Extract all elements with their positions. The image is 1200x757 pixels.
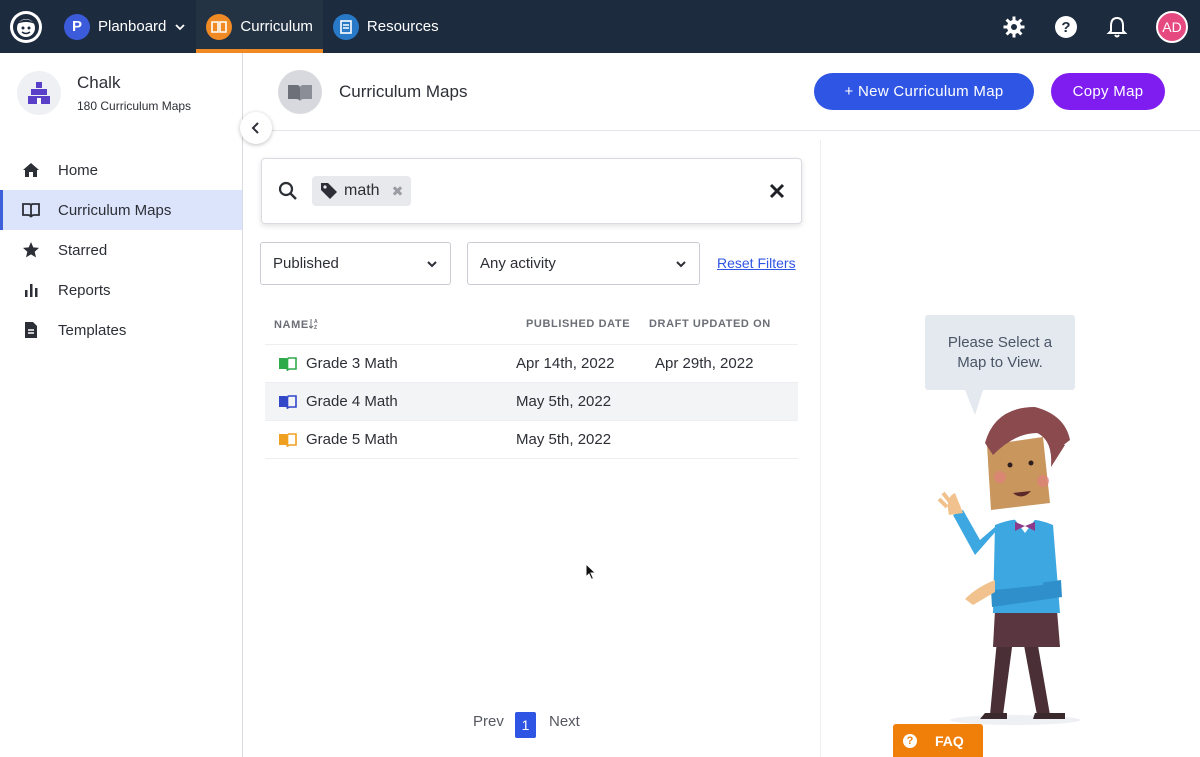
sidebar-item-reports[interactable]: Reports [0,270,242,310]
activity-filter-select[interactable]: Any activity [467,242,700,285]
prev-page-link[interactable]: Prev [473,713,504,730]
search-icon [278,181,297,200]
row-name: Grade 3 Math [306,355,398,372]
row-name: Grade 4 Math [306,393,398,410]
sidebar-item-home[interactable]: Home [0,150,242,190]
sidebar-item-starred[interactable]: Starred [0,230,242,270]
new-curriculum-map-button[interactable]: + New Curriculum Map [814,73,1034,110]
bar-chart-icon [25,284,38,297]
sidebar-item-label: Curriculum Maps [58,201,172,219]
sidebar: Chalk 180 Curriculum Maps Home Curriculu… [0,53,243,757]
row-draft-updated: Apr 29th, 2022 [655,355,754,372]
status-filter-value: Published [273,255,339,272]
planboard-icon: P [64,13,90,40]
top-navigation: P Planboard Curriculum Resources ? AD [0,0,1200,53]
help-icon[interactable]: ? [1054,15,1078,39]
table-row[interactable]: Grade 3 Math Apr 14th, 2022 Apr 29th, 20… [265,345,798,383]
chevron-down-icon [427,261,437,268]
row-published-date: May 5th, 2022 [516,431,612,448]
sidebar-item-label: Reports [58,281,111,299]
activity-filter-value: Any activity [480,255,556,272]
row-name: Grade 5 Math [306,431,398,448]
copy-map-button[interactable]: Copy Map [1051,73,1165,110]
page-header: Curriculum Maps + New Curriculum Map Cop… [244,53,1200,131]
mouse-cursor-icon [585,563,597,581]
sidebar-item-label: Starred [58,241,108,259]
reset-filters-link[interactable]: Reset Filters [717,255,796,271]
faq-label: FAQ [935,732,964,749]
org-name: Chalk [77,73,121,92]
org-subtitle: 180 Curriculum Maps [77,99,192,113]
page-title: Curriculum Maps [339,81,468,101]
document-icon [25,322,37,338]
app-logo-icon[interactable] [10,10,42,43]
help-circle-icon: ? [903,733,917,748]
book-icon [22,203,40,218]
orange-book-icon [279,433,297,447]
status-filter-select[interactable]: Published [260,242,451,285]
org-header: Chalk 180 Curriculum Maps [0,53,242,133]
search-tag-chip: math ✖ [312,176,412,206]
search-input[interactable]: math ✖ [261,158,802,224]
resources-icon [332,13,359,40]
collapse-sidebar-button[interactable] [240,112,272,144]
nav-planboard[interactable]: P Planboard [54,0,196,53]
chevron-down-icon [676,261,686,268]
curriculum-maps-icon [278,69,322,114]
table-row[interactable]: Grade 4 Math May 5th, 2022 [265,383,798,421]
sidebar-item-label: Home [58,161,99,179]
settings-icon[interactable] [1002,15,1026,39]
svg-text:Z: Z [314,325,318,330]
bell-icon[interactable] [1106,15,1128,39]
nav-resources[interactable]: Resources [323,0,449,53]
user-avatar[interactable]: AD [1156,10,1188,43]
teacher-illustration [937,390,1080,725]
tag-icon [321,183,337,199]
nav-resources-label: Resources [366,18,439,35]
star-icon [23,242,39,258]
search-tag-label: math [344,182,380,199]
nav-curriculum-label: Curriculum [240,18,313,35]
table-row[interactable]: Grade 5 Math May 5th, 2022 [265,421,798,459]
column-header-published-date[interactable]: PUBLISHED DATE [526,318,630,330]
nav-planboard-label: Planboard [98,18,167,35]
column-header-name-label: NAME [274,319,309,331]
sidebar-menu: Home Curriculum Maps Starred Reports Tem… [0,150,242,350]
nav-right-actions: ? AD [1002,10,1188,43]
svg-text:?: ? [1061,19,1070,36]
nav-curriculum[interactable]: Curriculum [196,0,323,53]
sidebar-item-curriculum-maps[interactable]: Curriculum Maps [0,190,242,230]
select-map-speech-bubble: Please Select a Map to View. [925,315,1075,390]
next-page-link[interactable]: Next [549,713,580,730]
sidebar-item-templates[interactable]: Templates [0,310,242,350]
chevron-down-icon [175,23,186,30]
row-published-date: Apr 14th, 2022 [516,355,615,372]
column-header-draft-updated[interactable]: DRAFT UPDATED ON [649,318,771,330]
column-header-name[interactable]: NAME A Z [274,318,318,331]
remove-tag-icon[interactable]: ✖ [392,183,404,200]
sidebar-item-label: Templates [58,321,127,339]
sort-icon: AZ [308,319,318,331]
curriculum-icon [206,13,233,40]
faq-button[interactable]: ? FAQ [893,724,983,757]
green-book-icon [279,357,297,371]
page-1-button[interactable]: 1 [515,712,536,738]
org-logo-icon [17,71,61,115]
clear-search-icon[interactable] [769,183,785,199]
home-icon [23,163,39,177]
row-published-date: May 5th, 2022 [516,393,612,410]
blue-book-icon [279,395,297,409]
chevron-left-icon [251,122,259,134]
